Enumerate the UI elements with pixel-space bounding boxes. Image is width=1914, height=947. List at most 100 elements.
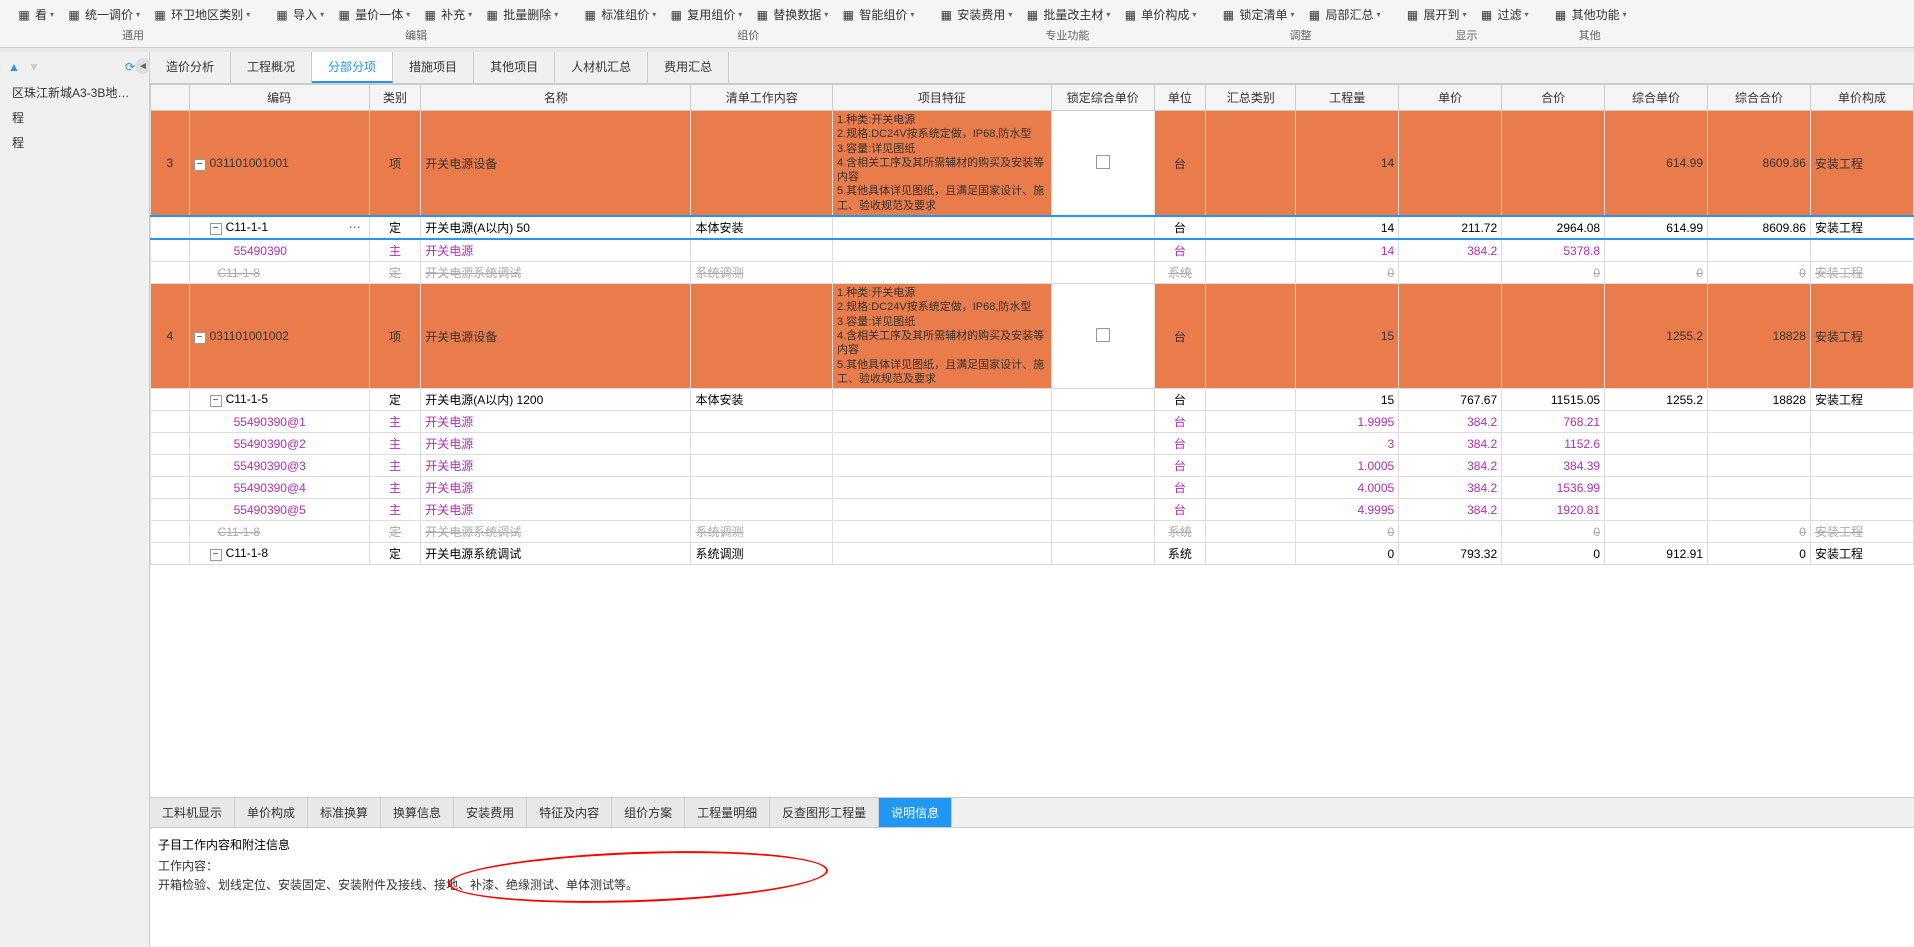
table-cell[interactable] [1399, 111, 1502, 217]
table-cell[interactable] [1605, 239, 1708, 262]
toolbar-button[interactable]: ▦其他功能▾ [1549, 4, 1631, 25]
table-cell[interactable] [1051, 389, 1154, 411]
toolbar-button[interactable]: ▦复用组价▾ [664, 4, 746, 25]
toolbar-button[interactable]: ▦单价构成▾ [1118, 4, 1200, 25]
toolbar-button[interactable]: ▦补充▾ [418, 4, 476, 25]
table-cell[interactable]: 1255.2 [1605, 389, 1708, 411]
table-cell[interactable]: −C11-1-1⋯ [189, 216, 369, 239]
table-cell[interactable]: 211.72 [1399, 216, 1502, 239]
toolbar-button[interactable]: ▦安装费用▾ [934, 4, 1016, 25]
table-cell[interactable]: 0 [1296, 521, 1399, 543]
table-cell[interactable] [833, 262, 1052, 284]
table-cell[interactable] [1206, 262, 1296, 284]
table-cell[interactable] [1206, 284, 1296, 389]
toolbar-button[interactable]: ▦智能组价▾ [836, 4, 918, 25]
table-cell[interactable]: 台 [1154, 389, 1205, 411]
bottom-tab[interactable]: 单价构成 [235, 798, 308, 827]
table-cell[interactable]: 0 [1502, 262, 1605, 284]
table-cell[interactable]: 0 [1708, 262, 1811, 284]
table-cell[interactable]: 384.2 [1399, 455, 1502, 477]
table-cell[interactable]: 5378.8 [1502, 239, 1605, 262]
table-cell[interactable]: 14 [1296, 239, 1399, 262]
toolbar-button[interactable]: ▦过滤▾ [1475, 4, 1533, 25]
table-cell[interactable] [833, 389, 1052, 411]
table-cell[interactable] [1051, 433, 1154, 455]
table-row[interactable]: 55490390@4主开关电源台4.0005384.21536.99 [151, 477, 1914, 499]
table-row[interactable]: 55490390@2主开关电源台3384.21152.6 [151, 433, 1914, 455]
table-cell[interactable]: 0 [1296, 262, 1399, 284]
column-header[interactable]: 编码 [189, 85, 369, 111]
table-cell[interactable]: 384.2 [1399, 411, 1502, 433]
table-cell[interactable]: 1255.2 [1605, 284, 1708, 389]
table-cell[interactable]: 开关电源 [421, 433, 691, 455]
table-cell[interactable]: 定 [369, 216, 420, 239]
bottom-tab[interactable]: 安装费用 [454, 798, 527, 827]
table-cell[interactable]: 开关电源(A以内) 1200 [421, 389, 691, 411]
table-cell[interactable] [1399, 262, 1502, 284]
table-cell[interactable] [691, 477, 833, 499]
table-cell[interactable] [1399, 521, 1502, 543]
lock-checkbox[interactable] [1096, 328, 1110, 342]
table-cell[interactable] [691, 499, 833, 521]
table-cell[interactable]: 主 [369, 455, 420, 477]
table-cell[interactable] [151, 499, 190, 521]
table-cell[interactable] [1051, 455, 1154, 477]
table-cell[interactable] [1810, 411, 1913, 433]
table-cell[interactable]: 384.2 [1399, 477, 1502, 499]
table-row[interactable]: −C11-1-5定开关电源(A以内) 1200本体安装台15767.671151… [151, 389, 1914, 411]
main-tab[interactable]: 分部分项 [312, 52, 393, 83]
table-cell[interactable] [151, 543, 190, 565]
table-cell[interactable] [691, 284, 833, 389]
table-cell[interactable]: 台 [1154, 216, 1205, 239]
bottom-tab[interactable]: 组价方案 [612, 798, 685, 827]
more-icon[interactable]: ⋯ [345, 220, 365, 234]
table-cell[interactable]: 384.2 [1399, 433, 1502, 455]
table-cell[interactable]: 开关电源 [421, 239, 691, 262]
table-row[interactable]: 55490390主开关电源台14384.25378.8 [151, 239, 1914, 262]
table-cell[interactable]: 0 [1708, 543, 1811, 565]
tree-toggle-icon[interactable]: − [210, 395, 222, 407]
table-cell[interactable] [833, 455, 1052, 477]
table-cell[interactable]: 767.67 [1399, 389, 1502, 411]
table-cell[interactable] [691, 411, 833, 433]
table-cell[interactable] [1206, 499, 1296, 521]
table-cell[interactable] [1206, 543, 1296, 565]
table-cell[interactable]: 2964.08 [1502, 216, 1605, 239]
table-cell[interactable]: 55490390@4 [189, 477, 369, 499]
table-cell[interactable] [1206, 411, 1296, 433]
table-cell[interactable] [833, 216, 1052, 239]
toolbar-button[interactable]: ▦展开到▾ [1401, 4, 1471, 25]
table-cell[interactable] [1605, 455, 1708, 477]
table-cell[interactable] [1605, 521, 1708, 543]
table-cell[interactable]: 1.种类:开关电源2.规格:DC24V按系统定做，IP68,防水型3.容量:详见… [833, 111, 1052, 217]
table-cell[interactable] [691, 239, 833, 262]
table-row[interactable]: 55490390@1主开关电源台1.9995384.2768.21 [151, 411, 1914, 433]
table-cell[interactable]: 系统调测 [691, 543, 833, 565]
table-cell[interactable]: 1.种类:开关电源2.规格:DC24V按系统定做，IP68,防水型3.容量:详见… [833, 284, 1052, 389]
up-arrow-icon[interactable]: ▲ [8, 60, 24, 76]
table-cell[interactable]: 开关电源 [421, 499, 691, 521]
bottom-tab[interactable]: 反查图形工程量 [770, 798, 879, 827]
table-cell[interactable]: 15 [1296, 389, 1399, 411]
toolbar-button[interactable]: ▦批量改主材▾ [1020, 4, 1114, 25]
table-cell[interactable] [1810, 499, 1913, 521]
bottom-tab[interactable]: 工料机显示 [150, 798, 235, 827]
column-header[interactable]: 名称 [421, 85, 691, 111]
column-header[interactable]: 类别 [369, 85, 420, 111]
main-tab[interactable]: 造价分析 [150, 52, 231, 83]
table-cell[interactable] [1708, 477, 1811, 499]
table-cell[interactable]: 定 [369, 389, 420, 411]
table-cell[interactable]: 开关电源 [421, 477, 691, 499]
toolbar-button[interactable]: ▦替换数据▾ [750, 4, 832, 25]
table-cell[interactable]: 台 [1154, 111, 1205, 217]
main-tab[interactable]: 措施项目 [393, 52, 474, 83]
table-cell[interactable] [1206, 216, 1296, 239]
table-cell[interactable]: 开关电源系统调试 [421, 543, 691, 565]
table-row[interactable]: C11-1-8定开关电源系统调试系统调测系统0000安装工程 [151, 262, 1914, 284]
table-cell[interactable] [1206, 521, 1296, 543]
table-cell[interactable]: 开关电源设备 [421, 111, 691, 217]
table-cell[interactable]: 4.9995 [1296, 499, 1399, 521]
table-cell[interactable]: 55490390@5 [189, 499, 369, 521]
bottom-tab[interactable]: 换算信息 [381, 798, 454, 827]
table-cell[interactable]: −C11-1-5 [189, 389, 369, 411]
